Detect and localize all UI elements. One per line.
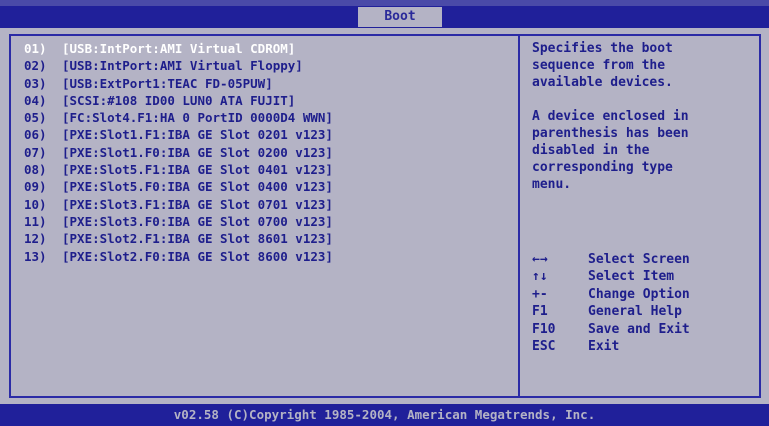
boot-item-device: [USB:IntPort:AMI Virtual Floppy] bbox=[62, 58, 303, 74]
panel-divider bbox=[518, 34, 520, 398]
key-action: Change Option bbox=[588, 286, 690, 302]
boot-item[interactable]: 05) [FC:Slot4.F1:HA 0 PortID 0000D4 WWN] bbox=[24, 109, 333, 126]
key-action: Select Item bbox=[588, 269, 675, 285]
boot-item-number: 10) bbox=[24, 196, 47, 212]
boot-item-device: [PXE:Slot2.F1:IBA GE Slot 8601 v123] bbox=[62, 231, 333, 247]
boot-item-number: 04) bbox=[24, 92, 47, 108]
help-note: A device enclosed in parenthesis has bee… bbox=[532, 109, 689, 192]
esc-key: ESC bbox=[532, 339, 556, 355]
boot-item[interactable]: 12) [PXE:Slot2.F1:IBA GE Slot 8601 v123] bbox=[24, 230, 333, 247]
boot-item-number: 13) bbox=[24, 248, 47, 264]
boot-item-device: [SCSI:#108 ID00 LUN0 ATA FUJIT] bbox=[62, 92, 296, 108]
key-legend-row: ↑↓ Select Item bbox=[532, 268, 756, 285]
key-legend-row: ESC Exit bbox=[532, 338, 756, 355]
boot-item[interactable]: 01) [USB:IntPort:AMI Virtual CDROM] bbox=[24, 40, 333, 57]
help-description: Specifies the boot sequence from the ava… bbox=[532, 41, 673, 90]
boot-item-device: [PXE:Slot5.F0:IBA GE Slot 0400 v123] bbox=[62, 179, 333, 195]
boot-priority-list: 01) [USB:IntPort:AMI Virtual CDROM] 02) [U… bbox=[24, 40, 333, 265]
boot-item-number: 11) bbox=[24, 213, 47, 229]
key-action: Select Screen bbox=[588, 252, 690, 267]
boot-item-device: [PXE:Slot3.F0:IBA GE Slot 0700 v123] bbox=[62, 213, 333, 229]
boot-item-device: [USB:ExtPort1:TEAC FD-05PUW] bbox=[62, 75, 273, 91]
boot-item[interactable]: 07) [PXE:Slot1.F0:IBA GE Slot 0200 v123] bbox=[24, 144, 333, 161]
key-legend: ←→ Select Screen ↑↓ Select Item +- Change O… bbox=[532, 251, 756, 355]
boot-item[interactable]: 06) [PXE:Slot1.F1:IBA GE Slot 0201 v123] bbox=[24, 126, 333, 143]
boot-item[interactable]: 02) [USB:IntPort:AMI Virtual Floppy] bbox=[24, 57, 333, 74]
boot-item-device: [FC:Slot4.F1:HA 0 PortID 0000D4 WWN] bbox=[62, 110, 333, 126]
boot-item[interactable]: 11) [PXE:Slot3.F0:IBA GE Slot 0700 v123] bbox=[24, 213, 333, 230]
boot-item-device: [PXE:Slot3.F1:IBA GE Slot 0701 v123] bbox=[62, 196, 333, 212]
key-legend-row: ←→ Select Screen bbox=[532, 251, 756, 268]
copyright-bar: v02.58 (C)Copyright 1985-2004, American … bbox=[0, 404, 769, 426]
top-bar-shade bbox=[0, 0, 769, 6]
boot-item[interactable]: 09) [PXE:Slot5.F0:IBA GE Slot 0400 v123] bbox=[24, 178, 333, 195]
boot-item[interactable]: 03) [USB:ExtPort1:TEAC FD-05PUW] bbox=[24, 75, 333, 92]
f10-key: F10 bbox=[532, 321, 556, 337]
boot-item-number: 07) bbox=[24, 144, 47, 160]
arrow-left-right-icon: ←→ bbox=[532, 252, 548, 267]
key-action: General Help bbox=[588, 304, 682, 320]
boot-item[interactable]: 04) [SCSI:#108 ID00 LUN0 ATA FUJIT] bbox=[24, 92, 333, 109]
boot-item-number: 01) bbox=[24, 41, 47, 56]
boot-item-number: 03) bbox=[24, 75, 47, 91]
boot-item-number: 09) bbox=[24, 179, 47, 195]
key-action: Exit bbox=[588, 339, 620, 355]
boot-item-number: 08) bbox=[24, 162, 47, 178]
tab-boot[interactable]: Boot bbox=[358, 7, 442, 27]
bios-screen: Boot 01) [USB:IntPort:AMI Virtual CDROM] … bbox=[0, 0, 769, 426]
arrow-up-down-icon: ↑↓ bbox=[532, 269, 548, 285]
boot-item-device: [PXE:Slot1.F0:IBA GE Slot 0200 v123] bbox=[62, 144, 333, 160]
key-action: Save and Exit bbox=[588, 321, 690, 337]
boot-item-number: 05) bbox=[24, 110, 47, 126]
boot-item-device: [PXE:Slot1.F1:IBA GE Slot 0201 v123] bbox=[62, 127, 333, 143]
boot-item[interactable]: 13) [PXE:Slot2.F0:IBA GE Slot 8600 v123] bbox=[24, 248, 333, 265]
key-legend-row: +- Change Option bbox=[532, 286, 756, 303]
plus-minus-key: +- bbox=[532, 286, 548, 302]
key-legend-row: F1 General Help bbox=[532, 303, 756, 320]
help-panel: Specifies the boot sequence from the ava… bbox=[532, 40, 756, 193]
boot-item-number: 06) bbox=[24, 127, 47, 143]
boot-item-device: [USB:IntPort:AMI Virtual CDROM] bbox=[62, 41, 296, 56]
f1-key: F1 bbox=[532, 304, 548, 320]
boot-item[interactable]: 08) [PXE:Slot5.F1:IBA GE Slot 0401 v123] bbox=[24, 161, 333, 178]
boot-item-number: 12) bbox=[24, 231, 47, 247]
boot-item-device: [PXE:Slot5.F1:IBA GE Slot 0401 v123] bbox=[62, 162, 333, 178]
key-legend-row: F10 Save and Exit bbox=[532, 321, 756, 338]
boot-item-device: [PXE:Slot2.F0:IBA GE Slot 8600 v123] bbox=[62, 248, 333, 264]
top-menu-bar: Boot bbox=[0, 0, 769, 28]
boot-item-number: 02) bbox=[24, 58, 47, 74]
boot-item[interactable]: 10) [PXE:Slot3.F1:IBA GE Slot 0701 v123] bbox=[24, 196, 333, 213]
